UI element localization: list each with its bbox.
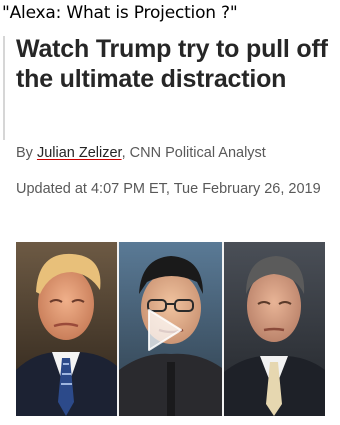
updated-timestamp: Updated at 4:07 PM ET, Tue February 26, … — [16, 181, 321, 197]
author-link[interactable]: Julian Zelizer — [37, 145, 122, 161]
quote-divider — [3, 36, 5, 140]
byline: By Julian Zelizer, CNN Political Analyst — [16, 144, 266, 162]
play-icon[interactable] — [135, 304, 187, 356]
author-role: , CNN Political Analyst — [121, 145, 266, 161]
byline-prefix: By — [16, 145, 37, 161]
caption-text: "Alexa: What is Projection ?" — [2, 3, 238, 23]
portrait-image-left — [16, 242, 117, 416]
portrait-image-right — [224, 242, 325, 416]
article-headline: Watch Trump try to pull off the ultimate… — [16, 35, 328, 93]
